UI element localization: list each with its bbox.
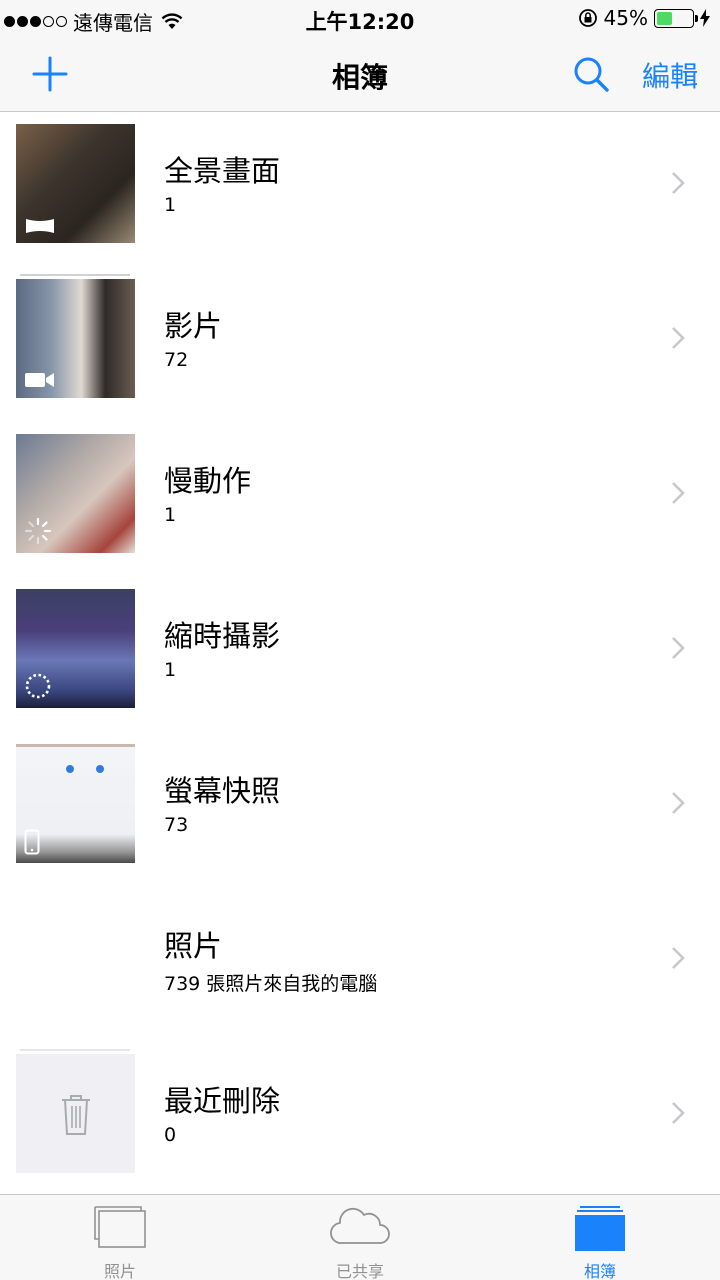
album-row-videos[interactable]: 影片 72 — [0, 267, 720, 422]
tab-label: 相簿 — [583, 1262, 616, 1280]
album-row-photos[interactable]: 照片 739 張照片來自我的電腦 — [0, 887, 720, 1042]
album-count: 1 — [164, 659, 177, 681]
album-thumbnail — [16, 279, 135, 398]
status-right: 45% — [578, 6, 710, 30]
trash-icon — [62, 1095, 90, 1135]
album-row-screenshots[interactable]: 螢幕快照 73 — [0, 732, 720, 887]
album-row-time-lapse[interactable]: 縮時攝影 1 — [0, 577, 720, 732]
album-count: 73 — [164, 814, 189, 836]
stack-edge — [20, 1049, 130, 1051]
album-list: 全景畫面 1 影片 72 慢動作 1 縮時攝影 1 螢幕快照 73 照片 739… — [0, 112, 720, 1197]
tab-label: 照片 — [103, 1262, 136, 1280]
album-thumbnail — [16, 124, 135, 243]
album-row-recently-deleted[interactable]: 最近刪除 0 — [0, 1042, 720, 1197]
chevron-right-icon — [672, 172, 685, 194]
slow-motion-icon — [24, 517, 52, 545]
album-thumbnail — [16, 589, 135, 708]
album-count: 1 — [164, 194, 177, 216]
album-name: 螢幕快照 — [164, 774, 281, 808]
tab-label: 已共享 — [335, 1262, 384, 1280]
tab-photos[interactable]: 照片 — [40, 1195, 200, 1280]
album-count: 0 — [164, 1124, 177, 1146]
battery-percent: 45% — [603, 6, 648, 30]
stack-edge — [20, 274, 130, 276]
orientation-lock-icon — [578, 9, 597, 27]
cloud-icon — [330, 1208, 390, 1244]
panorama-icon — [26, 219, 54, 233]
album-row-panoramas[interactable]: 全景畫面 1 — [0, 112, 720, 267]
albums-icon — [575, 1206, 625, 1251]
video-camera-icon — [25, 373, 54, 387]
battery-level — [657, 11, 673, 25]
tab-bar: 照片 已共享 相簿 — [0, 1194, 720, 1280]
photos-icon — [94, 1206, 146, 1248]
album-name: 慢動作 — [164, 464, 252, 498]
navigation-bar: 相簿 編輯 — [0, 38, 720, 112]
time-lapse-icon — [25, 673, 51, 699]
album-name: 全景畫面 — [164, 154, 281, 188]
chevron-right-icon — [672, 947, 685, 969]
chevron-right-icon — [672, 792, 685, 814]
album-name: 最近刪除 — [164, 1084, 281, 1118]
album-thumbnail — [16, 1054, 135, 1173]
album-count: 739 張照片來自我的電腦 — [164, 973, 378, 995]
album-row-slo-mo[interactable]: 慢動作 1 — [0, 422, 720, 577]
album-thumbnail — [16, 434, 135, 553]
album-name: 照片 — [164, 929, 223, 963]
album-count: 1 — [164, 504, 177, 526]
screenshot-preview-dots — [66, 765, 104, 773]
chevron-right-icon — [672, 1102, 685, 1124]
charging-bolt-icon — [700, 9, 710, 27]
tab-shared[interactable]: 已共享 — [280, 1195, 440, 1280]
search-icon[interactable] — [570, 52, 614, 96]
chevron-right-icon — [672, 482, 685, 504]
album-name: 影片 — [164, 309, 223, 343]
chevron-right-icon — [672, 637, 685, 659]
phone-icon — [24, 829, 40, 855]
battery-icon — [654, 8, 698, 28]
chevron-right-icon — [672, 327, 685, 349]
album-count: 72 — [164, 349, 189, 371]
tab-albums[interactable]: 相簿 — [520, 1195, 680, 1280]
status-bar: 遠傳電信 上午12:20 45% — [0, 0, 720, 38]
edit-button[interactable]: 編輯 — [642, 55, 698, 95]
album-name: 縮時攝影 — [164, 619, 281, 653]
album-thumbnail — [16, 744, 135, 863]
